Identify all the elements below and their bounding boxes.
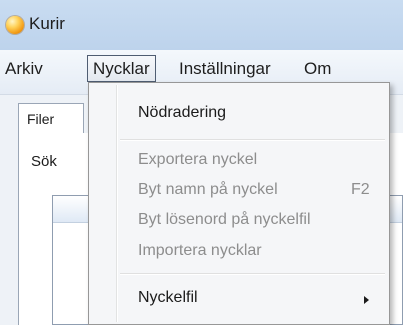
- menu-item-label: Nödradering: [138, 104, 227, 121]
- window-titlebar[interactable]: Kurir: [0, 0, 403, 50]
- menu-item-shortcut: F2: [351, 181, 370, 198]
- menu-item-byt-namn[interactable]: Byt namn på nyckel F2: [91, 175, 387, 205]
- window-title: Kurir: [29, 14, 65, 33]
- menu-item-label: Exportera nyckel: [138, 151, 258, 168]
- menu-item-label: Importera nycklar: [138, 242, 262, 259]
- tab-filer-label: Filer: [27, 111, 55, 127]
- menu-separator: [120, 273, 385, 275]
- menu-om[interactable]: Om: [299, 55, 336, 82]
- menu-item-nyckelfil[interactable]: Nyckelfil: [91, 283, 387, 313]
- nycklar-dropdown-menu: Nödradering Exportera nyckel Byt namn på…: [88, 82, 390, 325]
- menu-separator: [120, 139, 385, 141]
- tab-filer[interactable]: Filer: [18, 103, 84, 134]
- menu-item-label: Byt lösenord på nyckelfil: [138, 211, 311, 228]
- app-orb-icon: [6, 16, 24, 34]
- menu-item-label: Byt namn på nyckel: [138, 181, 278, 198]
- search-label: Sök: [31, 153, 57, 170]
- menu-item-nodradering[interactable]: Nödradering: [91, 98, 387, 128]
- menu-item-byt-losenord[interactable]: Byt lösenord på nyckelfil: [91, 205, 387, 235]
- menu-item-exportera-nyckel[interactable]: Exportera nyckel: [91, 145, 387, 175]
- menu-item-importera-nycklar[interactable]: Importera nycklar: [91, 236, 387, 266]
- menu-installningar[interactable]: Inställningar: [174, 55, 276, 82]
- menu-item-label: Nyckelfil: [138, 289, 198, 306]
- menu-arkiv[interactable]: Arkiv: [0, 55, 48, 82]
- chevron-right-icon: [364, 296, 369, 304]
- menu-nycklar[interactable]: Nycklar: [87, 55, 156, 82]
